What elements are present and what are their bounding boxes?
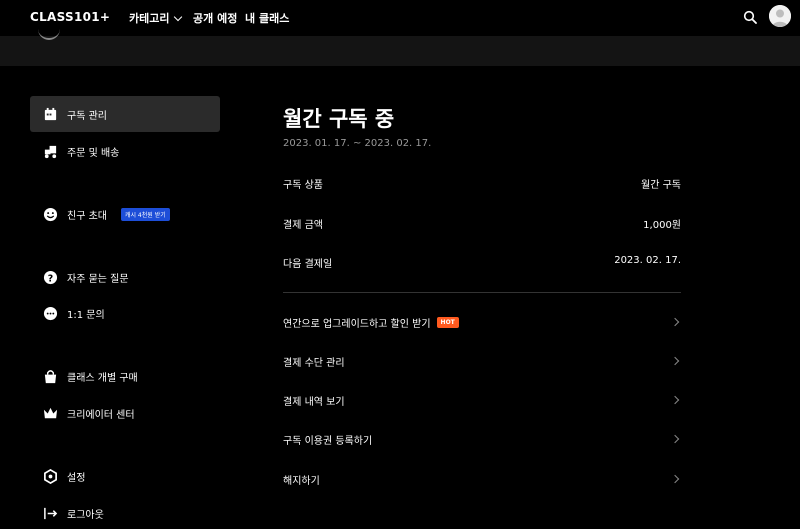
chevron-right-icon [670, 317, 680, 327]
nav-category[interactable]: 카테고리 [129, 10, 183, 26]
sidebar-item-label: 로그아웃 [67, 509, 104, 521]
info-value: 1,000원 [643, 220, 681, 231]
chevron-right-icon [670, 395, 680, 405]
menu-payment-history[interactable]: 결제 내역 보기 [283, 390, 681, 410]
menu-payment-method[interactable]: 결제 수단 관리 [283, 351, 681, 371]
user-avatar-icon [769, 5, 791, 27]
sidebar-item-invite[interactable]: 친구 초대 캐시 4천원 받기 [30, 196, 220, 232]
hot-badge: HOT [436, 316, 459, 328]
info-row-next-payment: 다음 결제일 2023. 02. 17. [283, 255, 681, 270]
sidebar-item-class-purchase[interactable]: 클래스 개별 구매 [30, 358, 220, 394]
sidebar-item-orders[interactable]: 주문 및 배송 [30, 133, 220, 169]
chat-icon [42, 305, 58, 321]
chevron-right-icon [670, 356, 680, 366]
menu-cancel-subscription[interactable]: 해지하기 [283, 469, 681, 489]
sidebar-item-label: 친구 초대 [67, 210, 107, 222]
search-icon[interactable] [743, 10, 757, 24]
menu-register-voucher[interactable]: 구독 이용권 등록하기 [283, 429, 681, 449]
sidebar-item-logout[interactable]: 로그아웃 [30, 495, 220, 529]
logout-icon [42, 505, 58, 521]
info-label: 구독 상품 [283, 180, 323, 191]
info-row-product: 구독 상품 월간 구독 [283, 176, 681, 191]
info-row-amount: 결제 금액 1,000원 [283, 216, 681, 231]
smile-icon [42, 206, 58, 222]
sidebar-item-label: 구독 관리 [67, 110, 107, 122]
profile-header-band [0, 36, 800, 66]
top-navigation: CLASS101+ 카테고리 공개 예정 내 클래스 [0, 0, 800, 36]
delivery-icon [42, 143, 58, 159]
sidebar-item-label: 설정 [67, 472, 86, 484]
info-value: 2023. 02. 17. [614, 255, 681, 266]
sidebar-item-subscription[interactable]: 구독 관리 [30, 96, 220, 132]
nav-coming-soon[interactable]: 공개 예정 [193, 10, 237, 26]
sidebar-item-faq[interactable]: ? 자주 묻는 질문 [30, 259, 220, 295]
settings-icon [42, 468, 58, 484]
info-label: 다음 결제일 [283, 259, 333, 270]
menu-upgrade-annual[interactable]: 연간으로 업그레이드하고 할인 받기 HOT [283, 312, 681, 332]
class101-logo[interactable]: CLASS101+ [30, 10, 110, 24]
chevron-down-icon [174, 12, 183, 22]
sidebar-item-creator-center[interactable]: 크리에이터 센터 [30, 395, 220, 431]
sidebar-item-label: 1:1 문의 [67, 309, 105, 321]
calendar-icon [42, 106, 58, 122]
sidebar-item-label: 크리에이터 센터 [67, 409, 135, 421]
info-label: 결제 금액 [283, 220, 323, 231]
sidebar-item-label: 클래스 개별 구매 [67, 372, 138, 384]
subscription-period: 2023. 01. 17. ~ 2023. 02. 17. [283, 138, 432, 149]
chevron-right-icon [670, 434, 680, 444]
crown-icon [42, 405, 58, 421]
nav-my-class[interactable]: 내 클래스 [245, 10, 289, 26]
menu-label: 구독 이용권 등록하기 [283, 435, 373, 447]
shopping-bag-icon [42, 368, 58, 384]
sidebar-item-inquiry[interactable]: 1:1 문의 [30, 295, 220, 331]
avatar[interactable] [769, 5, 791, 27]
menu-label: 결제 수단 관리 [283, 357, 345, 369]
sidebar-item-settings[interactable]: 설정 [30, 458, 220, 494]
menu-label: 결제 내역 보기 [283, 396, 345, 408]
sidebar-item-label: 자주 묻는 질문 [67, 273, 129, 285]
question-icon: ? [42, 269, 58, 285]
menu-label: 해지하기 [283, 475, 320, 487]
page-title: 월간 구독 중 [283, 107, 395, 131]
menu-label: 연간으로 업그레이드하고 할인 받기 [283, 318, 431, 330]
sidebar-item-label: 주문 및 배송 [67, 147, 120, 159]
cash-reward-badge: 캐시 4천원 받기 [120, 207, 170, 221]
svg-text:?: ? [47, 273, 52, 284]
nav-category-label: 카테고리 [129, 12, 170, 25]
section-divider [283, 292, 681, 293]
info-value: 월간 구독 [641, 180, 681, 191]
chevron-right-icon [670, 474, 680, 484]
